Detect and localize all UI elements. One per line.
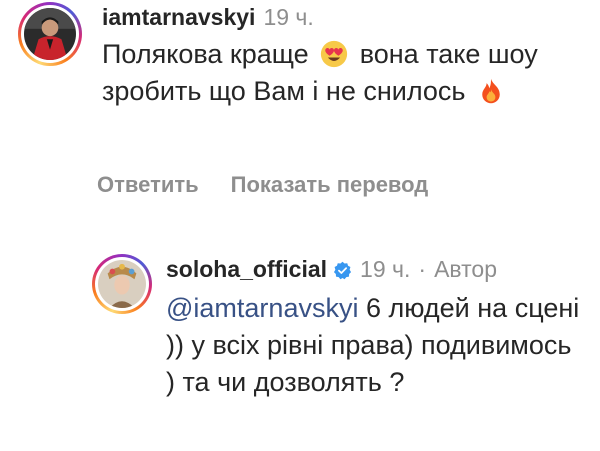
avatar-story-ring[interactable] (18, 2, 82, 66)
author-label: Автор (434, 256, 497, 282)
comment-username[interactable]: iamtarnavskyi (102, 2, 255, 32)
show-translation-button[interactable]: Показать перевод (231, 172, 429, 198)
reply-header: soloha_official 19 ч. · Автор (166, 254, 586, 284)
avatar-image (24, 8, 76, 60)
comment-time: 19 ч. (263, 4, 314, 30)
comment-text: Полякова краще вона таке шоу зробить що … (102, 36, 562, 110)
mention-link[interactable]: @iamtarnavskyi (166, 293, 358, 323)
avatar-border (21, 5, 79, 63)
comment-actions: Ответить Показать перевод (97, 172, 428, 198)
avatar-border (95, 257, 149, 311)
avatar-image (98, 260, 146, 308)
comment-header: iamtarnavskyi 19 ч. (102, 2, 562, 32)
avatar (98, 260, 146, 308)
comment-body: iamtarnavskyi 19 ч. Полякова краще вона … (102, 2, 562, 110)
reply-button[interactable]: Ответить (97, 172, 199, 198)
heart-eyes-emoji (321, 40, 348, 68)
avatar-story-ring[interactable] (92, 254, 152, 314)
reply-comment: soloha_official 19 ч. · Автор @iamtarnav… (92, 254, 586, 401)
reply-text: @iamtarnavskyi 6 людей на сцені )) у всі… (166, 290, 586, 401)
separator-dot: · (418, 256, 427, 282)
reply-time: 19 ч. (360, 256, 411, 282)
comment-text-part1: Полякова краще (102, 39, 309, 69)
verified-badge-icon (333, 261, 352, 279)
fire-emoji (482, 78, 500, 104)
avatar (24, 8, 76, 60)
comment: iamtarnavskyi 19 ч. Полякова краще вона … (18, 2, 562, 110)
reply-body: soloha_official 19 ч. · Автор @iamtarnav… (166, 254, 586, 401)
reply-username[interactable]: soloha_official (166, 254, 327, 284)
